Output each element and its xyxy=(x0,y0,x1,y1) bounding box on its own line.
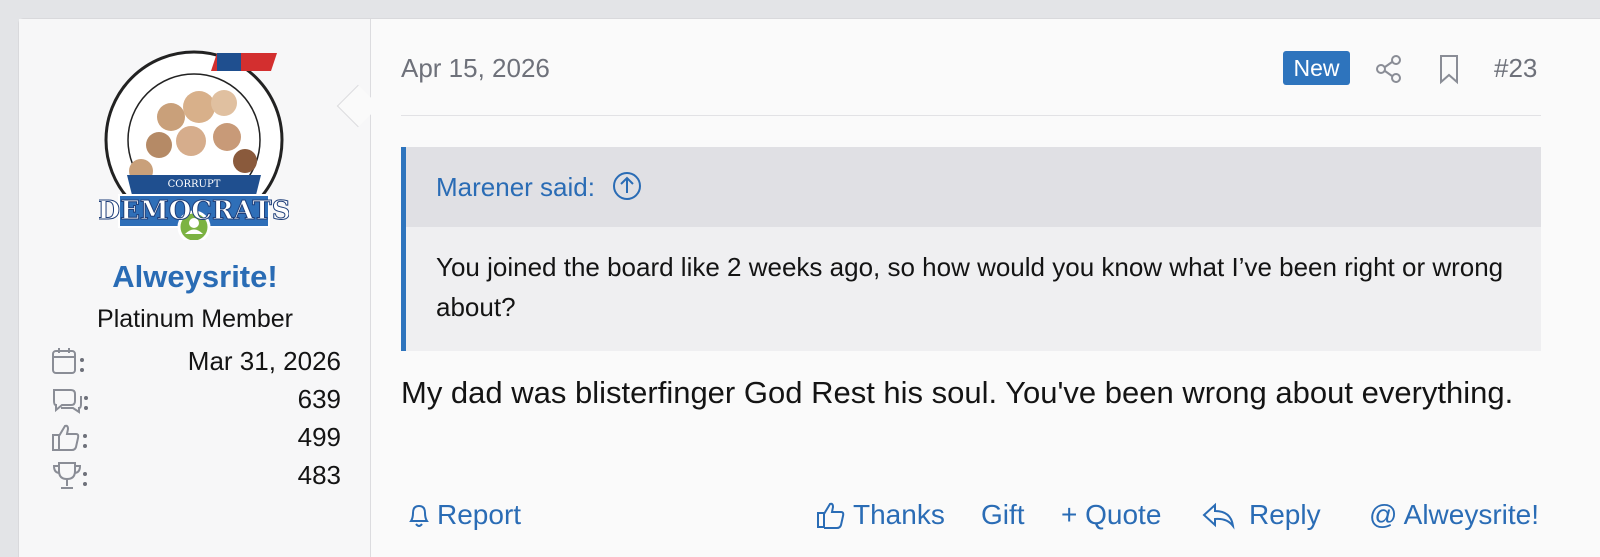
report-label: Report xyxy=(437,499,522,530)
gift-label: Gift xyxy=(981,499,1025,530)
header-divider xyxy=(401,115,1541,116)
new-badge: New xyxy=(1283,51,1350,85)
stat-reactions: 499 xyxy=(51,420,341,454)
mention-button[interactable]: @ Alweysrite! xyxy=(1369,499,1539,531)
reply-button[interactable]: Reply xyxy=(1201,499,1321,531)
avatar-logo-text: DEMOCRATS xyxy=(99,196,289,226)
user-avatar[interactable]: DEMOCRATS CORRUPT xyxy=(99,45,289,240)
stat-reactions-value: 499 xyxy=(297,422,341,452)
stat-trophies-value: 483 xyxy=(297,460,341,490)
trophy-icon xyxy=(51,460,91,492)
quote-author[interactable]: Marener said: xyxy=(436,171,642,203)
calendar-icon xyxy=(51,346,91,378)
quote-block: Marener said: You joined the board like … xyxy=(401,147,1541,351)
quote-header: Marener said: xyxy=(406,147,1541,227)
stat-messages-value: 639 xyxy=(297,384,341,414)
user-sidebar: DEMOCRATS CORRUPT Alweysrite! Platinum M… xyxy=(19,19,371,557)
user-title: Platinum Member xyxy=(97,305,293,333)
username[interactable]: Alweysrite! xyxy=(19,259,371,295)
thumbs-up-icon xyxy=(51,422,91,454)
bell-icon xyxy=(409,504,429,527)
share-icon[interactable] xyxy=(1373,53,1405,85)
bookmark-icon[interactable] xyxy=(1433,53,1465,85)
post-container: DEMOCRATS CORRUPT Alweysrite! Platinum M… xyxy=(18,18,1600,557)
post-number[interactable]: #23 xyxy=(1494,53,1537,84)
gift-button[interactable]: Gift xyxy=(981,499,1025,531)
reply-icon xyxy=(1202,502,1235,530)
quote-text: You joined the board like 2 weeks ago, s… xyxy=(436,252,1504,322)
thanks-button[interactable]: Thanks xyxy=(815,499,945,531)
arrow-up-circle-icon[interactable] xyxy=(612,171,642,201)
stat-joined-value: Mar 31, 2026 xyxy=(187,346,341,376)
quote-author-label: Marener said: xyxy=(436,172,595,202)
thumbs-up-icon xyxy=(817,502,845,529)
post-date[interactable]: Apr 15, 2026 xyxy=(401,53,550,84)
stat-messages: 639 xyxy=(51,382,341,416)
post-body: My dad was blisterfinger God Rest his so… xyxy=(401,375,1514,410)
mention-label: @ Alweysrite! xyxy=(1369,499,1540,530)
post-main: Apr 15, 2026 New #23 Marener said: You j… xyxy=(401,19,1541,557)
report-button[interactable]: Report xyxy=(407,499,521,531)
thanks-label: Thanks xyxy=(853,499,945,530)
stat-joined: Mar 31, 2026 xyxy=(51,344,341,378)
avatar-corrupt-text: CORRUPT xyxy=(168,179,221,190)
quote-button[interactable]: + Quote xyxy=(1061,499,1161,531)
reply-label: Reply xyxy=(1249,499,1321,530)
stat-trophies: 483 xyxy=(51,458,341,492)
quote-label: + Quote xyxy=(1061,499,1162,530)
messages-icon xyxy=(51,384,91,416)
